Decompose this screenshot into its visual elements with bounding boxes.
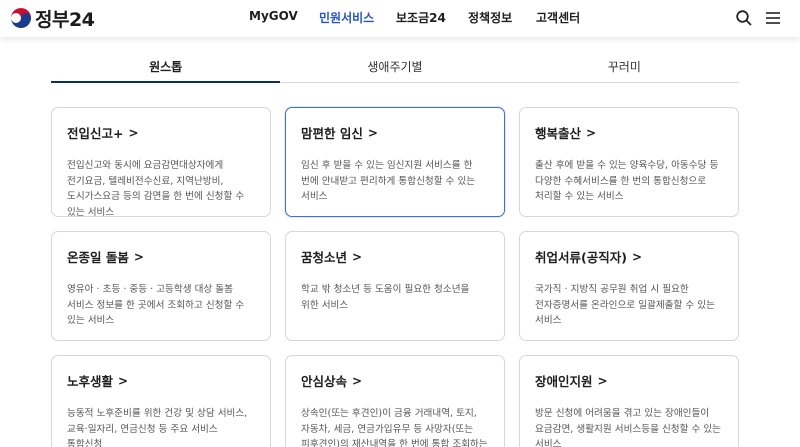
card-title-text: 장애인지원 — [535, 374, 593, 389]
card-title-text: 안심상속 — [301, 374, 348, 389]
tab-lifecycle[interactable]: 생애주기별 — [280, 51, 509, 82]
card-description: 방문 신청에 어려움을 겪고 있는 장애인들이 요금감면, 생활지원 서비스등을… — [535, 408, 721, 447]
top-header: 정부24 MyGOV 민원서비스 보조금24 정책정보 고객센터 — [0, 0, 800, 37]
card-description: 상속인(또는 후견인)이 금융 거래내역, 토지, 자동차, 세금, 연금가입유… — [301, 408, 488, 447]
tab-bundle[interactable]: 꾸러미 — [510, 51, 739, 82]
card-title: 온종일 돌봄 > — [67, 247, 255, 266]
card-description: 출산 후에 받을 수 있는 양육수당, 아동수당 등 다양한 수혜서비스를 한 … — [535, 160, 719, 202]
card-description: 전입신고와 동시에 요금감면대상자에게 전기요금, 텔레비전수신료, 지역난방비… — [67, 160, 245, 218]
card-title-text: 노후생활 — [67, 374, 114, 389]
card-title-text: 행복출산 — [535, 126, 582, 141]
card-title: 안심상속 > — [301, 371, 489, 390]
nav-item-policy-info[interactable]: 정책정보 — [468, 9, 512, 26]
card-title-text: 취업서류(공직자) — [535, 250, 627, 265]
card-title: 꿈청소년 > — [301, 247, 489, 266]
service-card-employment-docs[interactable]: 취업서류(공직자) > 국가직 · 지방직 공무원 취업 시 필요한 전자증명서를… — [519, 231, 739, 341]
card-title-text: 꿈청소년 — [301, 250, 348, 265]
chevron-right-icon: > — [597, 373, 608, 388]
card-title: 취업서류(공직자) > — [535, 247, 723, 266]
chevron-right-icon: > — [586, 125, 597, 140]
card-title-text: 맘편한 임신 — [301, 126, 363, 141]
search-icon[interactable] — [735, 9, 753, 27]
service-card-inheritance[interactable]: 안심상속 > 상속인(또는 후견인)이 금융 거래내역, 토지, 자동차, 세금,… — [285, 355, 505, 447]
chevron-right-icon: > — [631, 249, 642, 264]
service-card-youth[interactable]: 꿈청소년 > 학교 밖 청소년 등 도움이 필요한 청소년을 위한 서비스 — [285, 231, 505, 341]
card-description: 능동적 노후준비를 위한 건강 및 상담 서비스, 교육·일자리, 연금신청 등… — [67, 408, 248, 447]
category-tabs: 원스톱 생애주기별 꾸러미 — [51, 51, 739, 83]
service-card-disability[interactable]: 장애인지원 > 방문 신청에 어려움을 겪고 있는 장애인들이 요금감면, 생활지… — [519, 355, 739, 447]
card-title: 행복출산 > — [535, 123, 723, 142]
service-card-move-in[interactable]: 전입신고+ > 전입신고와 동시에 요금감면대상자에게 전기요금, 텔레비전수신료… — [51, 107, 271, 218]
nav-item-civil-service[interactable]: 민원서비스 — [319, 9, 374, 26]
service-card-pregnancy[interactable]: 맘편한 임신 > 임신 후 받을 수 있는 임신지원 서비스를 한 번에 안내받고… — [285, 107, 505, 217]
card-description: 국가직 · 지방직 공무원 취업 시 필요한 전자증명서를 온라인으로 일괄제출… — [535, 284, 715, 326]
card-title: 장애인지원 > — [535, 371, 723, 390]
tab-onestop[interactable]: 원스톱 — [51, 51, 281, 83]
main-nav: MyGOV 민원서비스 보조금24 정책정보 고객센터 — [0, 0, 800, 36]
nav-item-subsidy24[interactable]: 보조금24 — [396, 9, 446, 26]
chevron-right-icon: > — [133, 249, 144, 264]
nav-item-mygov[interactable]: MyGOV — [249, 9, 298, 23]
chevron-right-icon: > — [352, 249, 363, 264]
card-title: 맘편한 임신 > — [301, 123, 489, 142]
chevron-right-icon: > — [128, 125, 139, 140]
chevron-right-icon: > — [352, 373, 363, 388]
menu-icon[interactable] — [764, 9, 782, 27]
nav-item-customer-center[interactable]: 고객센터 — [536, 9, 580, 26]
card-title: 전입신고+ > — [67, 123, 255, 142]
card-title: 노후생활 > — [67, 371, 255, 390]
service-card-birth[interactable]: 행복출산 > 출산 후에 받을 수 있는 양육수당, 아동수당 등 다양한 수혜서… — [519, 107, 739, 217]
card-description: 영유아 · 초등 · 중등 · 고등학생 대상 돌봄 서비스 정보를 한 곳에서… — [67, 284, 245, 326]
card-description: 학교 밖 청소년 등 도움이 필요한 청소년을 위한 서비스 — [301, 284, 470, 311]
card-title-text: 전입신고+ — [67, 126, 124, 141]
service-card-childcare[interactable]: 온종일 돌봄 > 영유아 · 초등 · 중등 · 고등학생 대상 돌봄 서비스 정… — [51, 231, 271, 341]
service-card-retirement[interactable]: 노후생활 > 능동적 노후준비를 위한 건강 및 상담 서비스, 교육·일자리, … — [51, 355, 271, 447]
chevron-right-icon: > — [118, 373, 129, 388]
chevron-right-icon: > — [367, 125, 378, 140]
card-title-text: 온종일 돌봄 — [67, 250, 129, 265]
card-description: 임신 후 받을 수 있는 임신지원 서비스를 한 번에 안내받고 편리하게 통합… — [301, 160, 476, 202]
